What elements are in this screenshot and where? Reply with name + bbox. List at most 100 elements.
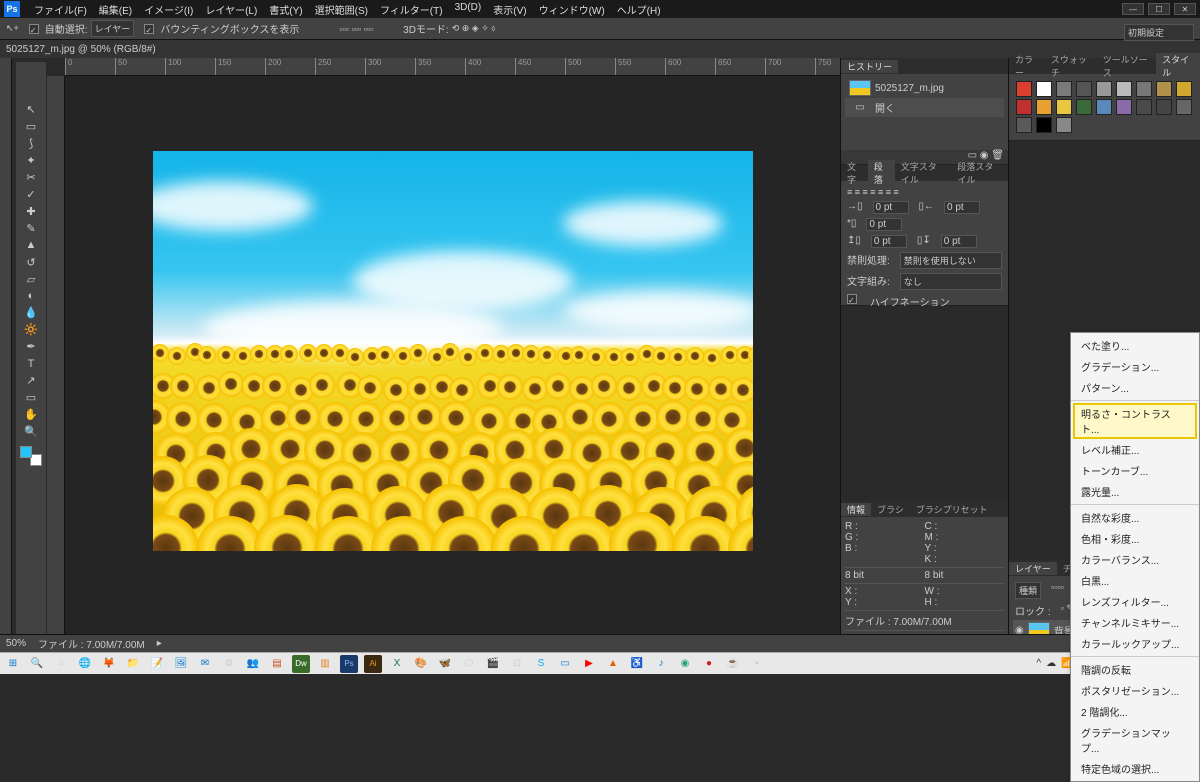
firefox-icon[interactable]: 🦊 xyxy=(100,655,118,673)
chrome-icon[interactable]: 🌐 xyxy=(76,655,94,673)
menu-image[interactable]: イメージ(I) xyxy=(138,2,199,17)
swatch[interactable] xyxy=(1056,117,1072,133)
tab-info[interactable]: 情報 xyxy=(841,503,871,516)
photos-icon[interactable]: 🖼 xyxy=(172,655,190,673)
generic-icon[interactable]: ☕ xyxy=(724,655,742,673)
menu-item[interactable]: 自然な彩度... xyxy=(1071,507,1199,528)
gradient-tool[interactable]: ◐ xyxy=(21,288,41,304)
heal-tool[interactable]: ✚ xyxy=(21,203,41,219)
swatch[interactable] xyxy=(1176,99,1192,115)
tab-parastyle[interactable]: 段落スタイル xyxy=(951,160,1008,186)
menu-item[interactable]: 露光量... xyxy=(1071,481,1199,502)
stamp-tool[interactable]: ▲ xyxy=(21,237,41,253)
mojikumi-select[interactable]: なし xyxy=(900,273,1002,290)
text-tool[interactable]: T xyxy=(21,356,41,372)
marquee-tool[interactable]: ▭ xyxy=(21,119,41,135)
search-icon[interactable]: 🔍 xyxy=(28,655,46,673)
menu-type[interactable]: 書式(Y) xyxy=(263,2,308,17)
maximize-button[interactable]: ☐ xyxy=(1148,3,1170,15)
ps-icon[interactable]: Ps xyxy=(340,655,358,673)
move-tool-icon[interactable]: ↖+ xyxy=(6,23,19,34)
swatch[interactable] xyxy=(1036,81,1052,97)
hand-tool[interactable]: ✋ xyxy=(21,406,41,422)
menu-item[interactable]: 明るさ・コントラスト... xyxy=(1073,403,1197,439)
menu-item[interactable]: トーンカーブ... xyxy=(1071,460,1199,481)
generic-icon[interactable]: 🎬 xyxy=(484,655,502,673)
generic-icon[interactable]: ⊡ xyxy=(508,655,526,673)
swatch[interactable] xyxy=(1076,81,1092,97)
menu-3d[interactable]: 3D(D) xyxy=(449,2,488,17)
tab-brush[interactable]: ブラシ xyxy=(871,503,910,516)
swatch[interactable] xyxy=(1116,81,1132,97)
path-tool[interactable]: ↗ xyxy=(21,373,41,389)
autoselect-checkbox[interactable] xyxy=(29,24,39,34)
menu-item[interactable]: レンズフィルター... xyxy=(1071,591,1199,612)
swatch[interactable] xyxy=(1076,99,1092,115)
indent-left-field[interactable]: 0 pt xyxy=(873,201,909,214)
swatch[interactable] xyxy=(1136,99,1152,115)
menu-select[interactable]: 選択範囲(S) xyxy=(309,2,374,17)
cortana-icon[interactable]: ○ xyxy=(52,655,70,673)
tab-toolsource[interactable]: ツールソース xyxy=(1097,53,1156,79)
menu-window[interactable]: ウィンドウ(W) xyxy=(533,2,611,17)
menu-filter[interactable]: フィルター(T) xyxy=(374,2,449,17)
generic-icon[interactable]: ▥ xyxy=(316,655,334,673)
autoselect-select[interactable]: レイヤー xyxy=(91,20,135,37)
dodge-tool[interactable]: 🔆 xyxy=(21,322,41,338)
swatch[interactable] xyxy=(1096,81,1112,97)
canvas-viewport[interactable] xyxy=(65,76,840,650)
menu-item[interactable]: グラデーションマップ... xyxy=(1071,722,1199,758)
generic-icon[interactable]: ▪ xyxy=(748,655,766,673)
settings-icon[interactable]: ⚙ xyxy=(220,655,238,673)
menu-item[interactable]: べた塗り... xyxy=(1071,335,1199,356)
menu-item[interactable]: 白黒... xyxy=(1071,570,1199,591)
tab-color[interactable]: カラー xyxy=(1009,53,1045,79)
excel-icon[interactable]: X xyxy=(388,655,406,673)
align-buttons[interactable]: ≡ ≡ ≡ ≡ ≡ ≡ ≡ xyxy=(845,185,1004,199)
tab-style[interactable]: スタイル xyxy=(1156,53,1200,79)
minimize-button[interactable]: — xyxy=(1122,3,1144,15)
generic-icon[interactable]: 🦋 xyxy=(436,655,454,673)
swatch[interactable] xyxy=(1156,99,1172,115)
space-after-field[interactable]: 0 pt xyxy=(941,235,977,248)
align-controls[interactable]: ▫▫▫ ▫▫▫ ▫▫▫ xyxy=(339,24,373,34)
indent-right-field[interactable]: 0 pt xyxy=(944,201,980,214)
menu-layer[interactable]: レイヤー(L) xyxy=(199,2,263,17)
dw-icon[interactable]: Dw xyxy=(292,655,310,673)
tray-up-icon[interactable]: ^ xyxy=(1036,658,1041,669)
notepad-icon[interactable]: 📝 xyxy=(148,655,166,673)
menu-help[interactable]: ヘルプ(H) xyxy=(611,2,667,17)
eyedrop-tool[interactable]: ✓ xyxy=(21,187,41,203)
swatch[interactable] xyxy=(1116,99,1132,115)
tab-charstyle[interactable]: 文字スタイル xyxy=(895,160,952,186)
generic-icon[interactable]: ▭ xyxy=(556,655,574,673)
ai-icon[interactable]: Ai xyxy=(364,655,382,673)
shape-tool[interactable]: ▭ xyxy=(21,389,41,405)
zoom-field[interactable]: 50% xyxy=(6,638,26,649)
menu-item[interactable]: カラールックアップ... xyxy=(1071,633,1199,654)
wand-tool[interactable]: ✦ xyxy=(21,153,41,169)
lasso-tool[interactable]: ⟆ xyxy=(21,136,41,152)
brush-tool[interactable]: ✎ xyxy=(21,220,41,236)
history-item[interactable]: 5025127_m.jpg xyxy=(845,78,1004,98)
menu-item[interactable]: 階調の反転 xyxy=(1071,659,1199,680)
tab-swatch[interactable]: スウォッチ xyxy=(1045,53,1097,79)
close-button[interactable]: ✕ xyxy=(1174,3,1196,15)
menu-view[interactable]: 表示(V) xyxy=(487,2,532,17)
generic-icon[interactable]: ▤ xyxy=(268,655,286,673)
bbox-checkbox[interactable] xyxy=(144,24,154,34)
generic-icon[interactable]: ⬡ xyxy=(460,655,478,673)
history-item[interactable]: ▭開く xyxy=(845,98,1004,117)
indent-first-field[interactable]: 0 pt xyxy=(866,218,902,231)
start-button[interactable]: ⊞ xyxy=(4,655,22,673)
workspace-select[interactable]: 初期設定 xyxy=(1124,24,1194,41)
tab-char[interactable]: 文字 xyxy=(841,160,868,186)
history-brush-tool[interactable]: ↺ xyxy=(21,254,41,270)
menu-edit[interactable]: 編集(E) xyxy=(93,2,138,17)
swatch[interactable] xyxy=(1156,81,1172,97)
skype-icon[interactable]: S xyxy=(532,655,550,673)
menu-item[interactable]: カラーバランス... xyxy=(1071,549,1199,570)
menu-file[interactable]: ファイル(F) xyxy=(28,2,93,17)
layer-type-select[interactable]: 種類 xyxy=(1015,582,1041,599)
tab-history[interactable]: ヒストリー xyxy=(841,60,898,73)
